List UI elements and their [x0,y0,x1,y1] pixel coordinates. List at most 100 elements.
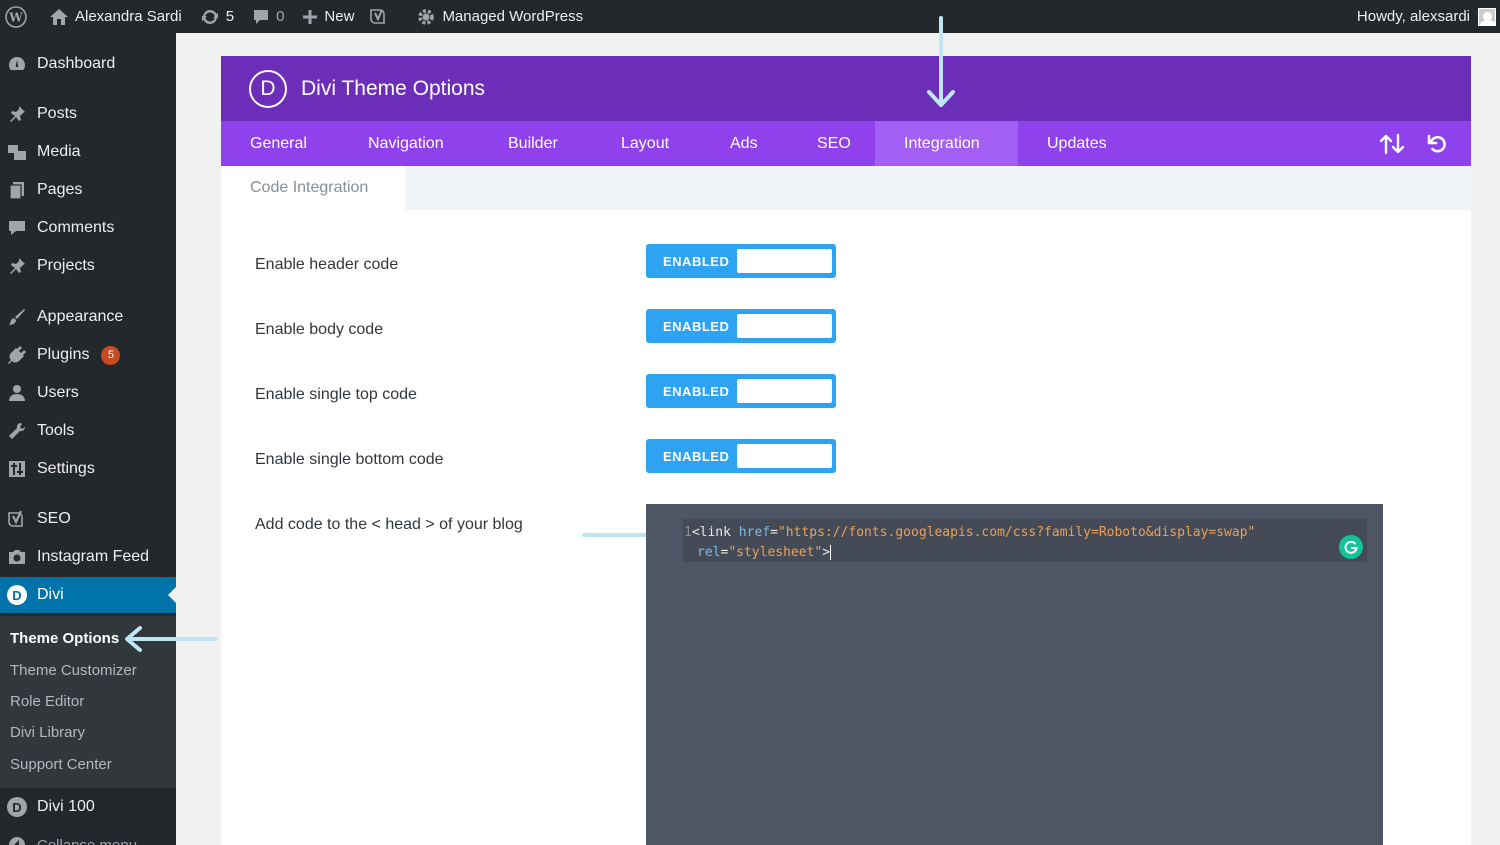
divi-icon: D [7,585,27,605]
tab-integration[interactable]: Integration [875,121,1018,166]
wordpress-logo-button[interactable]: W [0,0,34,33]
yoast-button[interactable] [361,0,395,33]
sidebar-item-label: Plugins [37,346,90,363]
comments-count: 0 [276,8,285,25]
pin-icon [7,104,27,124]
sidebar-item-label: Instagram Feed [37,548,150,565]
sidebar-item-label: Users [37,384,79,401]
wrench-icon [7,421,27,441]
grammarly-button[interactable] [1339,535,1363,559]
code-tag-open: <link [691,525,731,540]
comments-link[interactable]: 0 [245,0,291,33]
sidebar-item-media[interactable]: Media [0,134,176,170]
plugins-update-badge: 5 [101,345,121,365]
reset-button[interactable] [1426,121,1448,166]
divi-logo-icon: D [249,69,287,108]
updates-count: 5 [225,8,235,25]
sidebar-item-label: Dashboard [37,55,116,72]
toggle-state-label: ENABLED [663,448,730,464]
tab-navigation[interactable]: Navigation [368,121,444,166]
plus-icon [303,9,318,24]
sidebar-item-plugins[interactable]: Plugins 5 [0,337,176,373]
tab-ads[interactable]: Ads [730,121,758,166]
subtab-code-integration[interactable]: Code Integration [221,166,405,210]
sidebar-item-projects[interactable]: Projects [0,248,176,284]
subtab-bar: Code Integration [221,166,1471,210]
sidebar-item-label: Projects [37,257,95,274]
account-menu[interactable]: Howdy, alexsardi [1357,0,1496,33]
code-line-1: 1<link href="https://fonts.googleapis.co… [684,525,1255,540]
sidebar-item-tools[interactable]: Tools [0,413,176,449]
sidebar-item-divi[interactable]: D Divi [0,577,176,613]
import-export-button[interactable] [1379,121,1405,166]
user-icon [7,383,27,403]
site-name-link[interactable]: Alexandra Sardi [42,0,189,33]
submenu-divi-library[interactable]: Divi Library [10,724,85,741]
tab-builder[interactable]: Builder [508,121,558,166]
sidebar-item-pages[interactable]: Pages [0,172,176,208]
yoast-icon [7,509,27,529]
sidebar-item-label: Appearance [37,308,124,325]
line-number: 1 [684,525,692,540]
pin-icon [7,256,27,276]
toggle-knob [737,249,832,273]
options-tab-bar: General Navigation Builder Layout Ads SE… [221,121,1471,166]
updates-link[interactable]: 5 [193,0,241,33]
sidebar-item-instagram-feed[interactable]: Instagram Feed [0,539,176,575]
sidebar-item-label: Posts [37,105,78,122]
media-icon [7,142,27,162]
body-code-toggle[interactable]: ENABLED [646,309,836,343]
tab-seo[interactable]: SEO [817,121,851,166]
sidebar-item-label: Divi [37,586,64,603]
sidebar-item-users[interactable]: Users [0,375,176,411]
import-export-icon [1379,133,1405,154]
submenu-theme-options[interactable]: Theme Options [10,630,119,647]
panel-header: D Divi Theme Options [221,56,1471,121]
annotation-arrow-left-icon [125,626,218,652]
code-href-value: "https://fonts.googleapis.com/css?family… [777,525,1256,540]
collapse-icon [7,835,27,845]
annotation-arrow-down-icon [927,16,955,107]
settings-icon [7,459,27,479]
tab-general[interactable]: General [250,121,307,166]
sidebar-item-posts[interactable]: Posts [0,96,176,132]
submenu-role-editor[interactable]: Role Editor [10,693,84,710]
single-bottom-code-toggle[interactable]: ENABLED [646,439,836,473]
yoast-icon [370,8,386,24]
pages-icon [7,180,27,200]
dashboard-icon [7,54,27,74]
svg-text:W: W [8,10,23,24]
option-label-head-code: Add code to the < head > of your blog [255,516,523,533]
tab-updates[interactable]: Updates [1047,121,1107,166]
sidebar-item-label: Settings [37,460,95,477]
sidebar-item-dashboard[interactable]: Dashboard [0,46,176,82]
admin-bar: W Alexandra Sardi 5 0 New Managed WordPr… [0,0,1500,33]
new-content-button[interactable]: New [295,0,361,33]
plug-icon [7,345,27,365]
sidebar-collapse-menu[interactable]: Collapse menu [0,827,176,845]
submenu-theme-customizer[interactable]: Theme Customizer [10,662,137,679]
head-code-editor[interactable]: 1<link href="https://fonts.googleapis.co… [646,504,1383,845]
sidebar-item-comments[interactable]: Comments [0,210,176,246]
undo-icon [1427,134,1446,153]
updates-icon [201,9,218,24]
text-cursor [830,545,832,560]
code-rel-value: "stylesheet" [728,545,823,560]
brush-icon [7,307,27,327]
sidebar-item-label: Collapse menu [37,836,138,845]
managed-wordpress-link[interactable]: Managed WordPress [409,0,590,33]
single-top-code-toggle[interactable]: ENABLED [646,374,836,408]
submenu-support-center[interactable]: Support Center [10,756,112,773]
camera-icon [7,547,27,567]
admin-sidebar: Dashboard Posts Media Pages Comments Pro… [0,33,176,845]
header-code-toggle[interactable]: ENABLED [646,244,836,278]
site-name: Alexandra Sardi [75,8,182,25]
code-line-1-wrap: rel="stylesheet"> [697,545,832,560]
sidebar-item-label: SEO [37,510,71,527]
tab-layout[interactable]: Layout [621,121,669,166]
sidebar-item-seo[interactable]: SEO [0,501,176,537]
sidebar-item-settings[interactable]: Settings [0,451,176,487]
sidebar-item-divi-100[interactable]: D Divi 100 [0,789,176,825]
sidebar-item-label: Comments [37,219,115,236]
sidebar-item-appearance[interactable]: Appearance [0,299,176,335]
